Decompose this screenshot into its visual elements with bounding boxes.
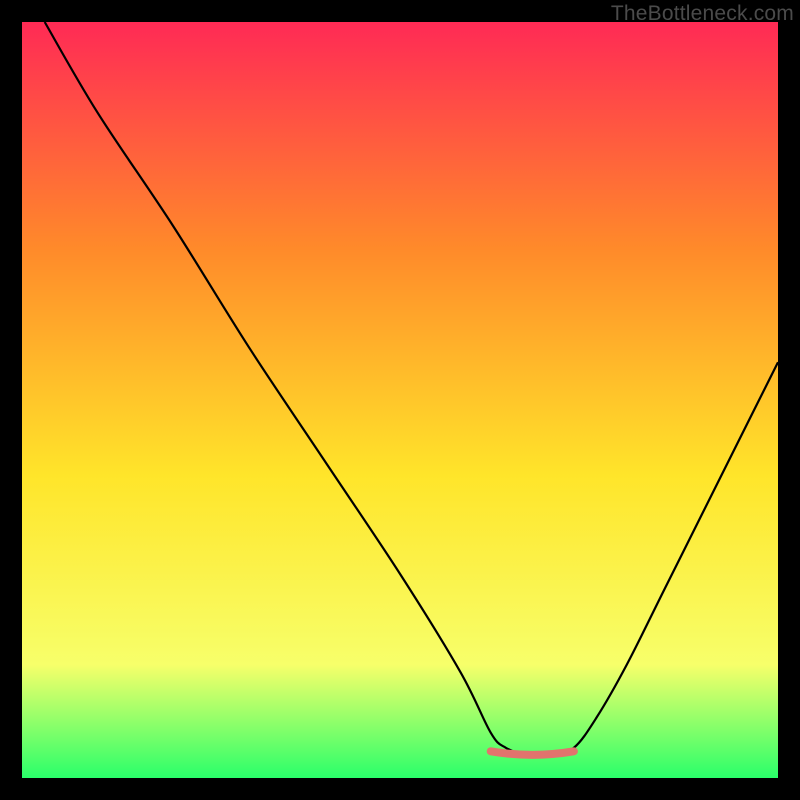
gradient-background <box>22 22 778 778</box>
chart-frame <box>22 22 778 778</box>
chart-svg <box>22 22 778 778</box>
valley-highlight <box>491 751 574 755</box>
watermark-text: TheBottleneck.com <box>611 2 794 26</box>
